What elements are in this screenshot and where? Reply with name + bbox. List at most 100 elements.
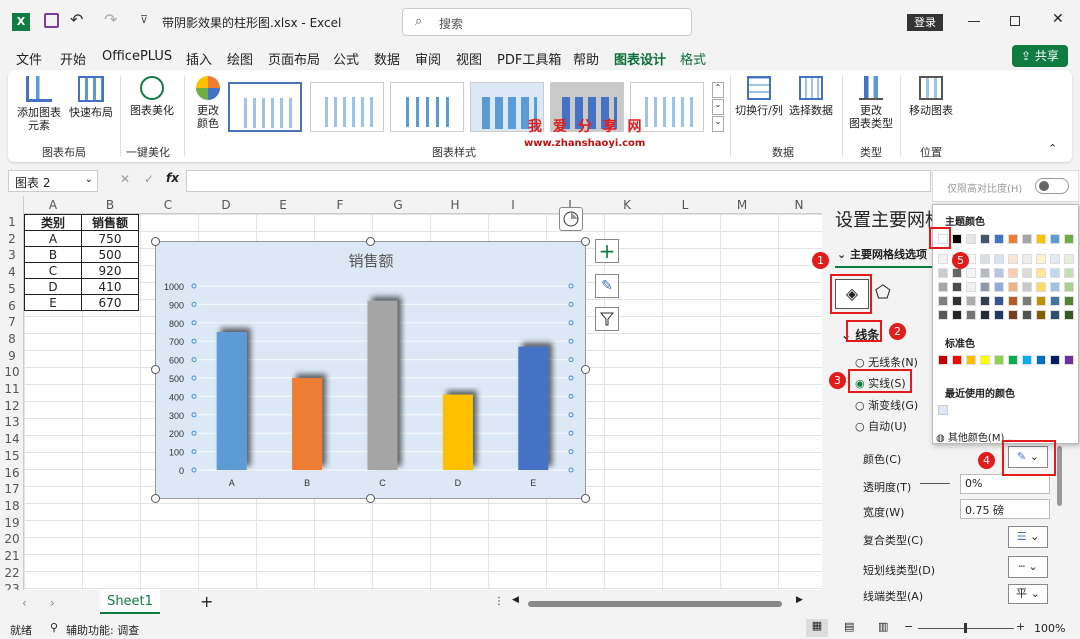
quick-layout-button[interactable]: 快速布局	[66, 76, 116, 119]
theme-shade-swatch[interactable]	[952, 296, 962, 306]
resize-handle[interactable]	[151, 365, 160, 374]
theme-shade-swatch[interactable]	[1050, 310, 1060, 320]
theme-shade-swatch[interactable]	[1022, 282, 1032, 292]
theme-shade-swatch[interactable]	[1064, 254, 1074, 264]
theme-shade-swatch[interactable]	[938, 296, 948, 306]
theme-shade-swatch[interactable]	[994, 310, 1004, 320]
theme-shade-swatch[interactable]	[980, 296, 990, 306]
chart-style-3[interactable]	[390, 82, 464, 132]
standard-color-swatch[interactable]	[1022, 355, 1032, 365]
accessibility-status[interactable]: 辅助功能: 调查	[66, 622, 139, 638]
auto-line-radio[interactable]: ○ 自动(U)	[855, 418, 907, 434]
theme-shade-swatch[interactable]	[994, 282, 1004, 292]
tab-review[interactable]: 审阅	[415, 49, 441, 68]
theme-shade-swatch[interactable]	[952, 268, 962, 278]
row-header[interactable]: 10	[0, 364, 24, 381]
column-header[interactable]: A	[33, 196, 73, 214]
accessibility-icon[interactable]: ⚲	[50, 621, 58, 634]
header-cell-sales[interactable]: 销售额	[81, 214, 139, 231]
theme-shade-swatch[interactable]	[1050, 296, 1060, 306]
standard-color-swatch[interactable]	[966, 355, 976, 365]
select-data-button[interactable]: 选择数据	[786, 76, 836, 117]
resize-handle[interactable]	[366, 237, 375, 246]
theme-shade-swatch[interactable]	[966, 268, 976, 278]
table-cell[interactable]: 410	[81, 278, 139, 295]
recent-color-swatch[interactable]	[938, 405, 948, 415]
header-cell-category[interactable]: 类别	[24, 214, 82, 231]
theme-shade-swatch[interactable]	[938, 254, 948, 264]
panel-scrollbar[interactable]	[1057, 446, 1062, 506]
row-header[interactable]: 15	[0, 448, 24, 465]
column-header[interactable]: H	[435, 196, 475, 214]
name-box[interactable]: 图表 2 ⌄	[8, 170, 98, 192]
row-header[interactable]: 13	[0, 414, 24, 431]
tab-insert[interactable]: 插入	[186, 49, 212, 68]
theme-shade-swatch[interactable]	[1008, 268, 1018, 278]
row-header[interactable]: 3	[0, 247, 24, 264]
table-cell[interactable]: C	[24, 262, 82, 279]
theme-shade-swatch[interactable]	[1036, 296, 1046, 306]
theme-shade-swatch[interactable]	[1022, 254, 1032, 264]
row-header[interactable]: 16	[0, 465, 24, 482]
minimize-icon[interactable]	[968, 21, 980, 22]
tab-split-icon[interactable]: ⋮	[494, 596, 504, 607]
contrast-toggle[interactable]	[1035, 178, 1069, 194]
transparency-input[interactable]: 0%	[960, 474, 1050, 494]
theme-shade-swatch[interactable]	[1036, 282, 1046, 292]
theme-shade-swatch[interactable]	[1008, 310, 1018, 320]
scroll-left-icon[interactable]: ◀	[512, 595, 519, 605]
theme-color-swatch[interactable]	[980, 234, 990, 244]
standard-color-swatch[interactable]	[994, 355, 1004, 365]
compound-type-dropdown[interactable]: ☰ ⌄	[1008, 526, 1048, 548]
row-header[interactable]: 21	[0, 548, 24, 565]
page-break-view-icon[interactable]: ▥	[878, 620, 888, 633]
width-input[interactable]: 0.75 磅	[960, 499, 1050, 519]
row-header[interactable]: 22	[0, 565, 24, 582]
column-header[interactable]: K	[607, 196, 647, 214]
row-header[interactable]: 12	[0, 398, 24, 415]
tab-help[interactable]: 帮助	[573, 49, 599, 68]
chart-style-2[interactable]	[310, 82, 384, 132]
column-header[interactable]: N	[779, 196, 819, 214]
theme-shade-swatch[interactable]	[1064, 268, 1074, 278]
chart-style-1[interactable]	[228, 82, 302, 132]
move-chart-button[interactable]: 移动图表	[906, 76, 956, 117]
theme-color-swatch[interactable]	[994, 234, 1004, 244]
theme-shade-swatch[interactable]	[1050, 282, 1060, 292]
sheet-tab-sheet1[interactable]: Sheet1	[100, 590, 160, 614]
tab-format[interactable]: 格式	[680, 49, 706, 68]
column-header[interactable]: F	[320, 196, 360, 214]
column-header[interactable]: L	[665, 196, 705, 214]
theme-shade-swatch[interactable]	[938, 268, 948, 278]
add-chart-element-button[interactable]: 添加图表 元素	[14, 76, 64, 132]
theme-shade-swatch[interactable]	[938, 282, 948, 292]
undo-icon[interactable]: ↶	[70, 10, 83, 29]
theme-shade-swatch[interactable]	[1036, 268, 1046, 278]
standard-color-swatch[interactable]	[980, 355, 990, 365]
theme-shade-swatch[interactable]	[994, 254, 1004, 264]
table-cell[interactable]: A	[24, 230, 82, 247]
page-layout-view-icon[interactable]: ▤	[844, 620, 854, 633]
theme-shade-swatch[interactable]	[1022, 268, 1032, 278]
gallery-scroll-up-icon[interactable]: ⌃	[712, 82, 724, 98]
change-chart-type-button[interactable]: 更改 图表类型	[846, 76, 896, 130]
column-header[interactable]: I	[493, 196, 533, 214]
theme-color-swatch[interactable]	[966, 234, 976, 244]
theme-color-swatch[interactable]	[1022, 234, 1032, 244]
row-header[interactable]: 17	[0, 481, 24, 498]
theme-shade-swatch[interactable]	[1064, 310, 1074, 320]
tab-draw[interactable]: 绘图	[227, 49, 253, 68]
gallery-more-icon[interactable]: ⌄	[712, 116, 724, 132]
theme-shade-swatch[interactable]	[966, 310, 976, 320]
dash-type-dropdown[interactable]: ┄ ⌄	[1008, 556, 1048, 578]
zoom-slider[interactable]	[918, 623, 1014, 633]
scroll-right-icon[interactable]: ▶	[796, 595, 803, 605]
zoom-out-icon[interactable]: −	[904, 620, 913, 633]
search-box[interactable]: ⌕ 搜索	[402, 8, 692, 36]
theme-shade-swatch[interactable]	[952, 282, 962, 292]
theme-shade-swatch[interactable]	[1036, 254, 1046, 264]
zoom-in-icon[interactable]: +	[1016, 620, 1025, 633]
row-header[interactable]: 5	[0, 281, 24, 298]
row-header[interactable]: 7	[0, 314, 24, 331]
switch-row-column-button[interactable]: 切换行/列	[734, 76, 784, 117]
